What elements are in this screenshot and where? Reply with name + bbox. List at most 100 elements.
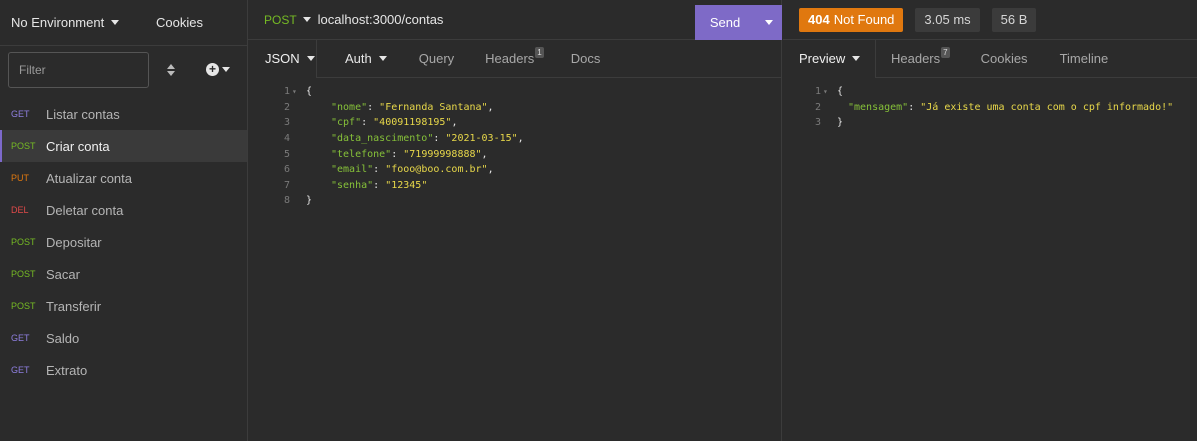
tab-body-label: JSON <box>265 51 300 66</box>
status-code: 404 <box>808 12 830 27</box>
code-content: "telefone": "71999998888", <box>331 148 488 160</box>
request-item[interactable]: POST Sacar <box>0 258 247 290</box>
code-content: { <box>306 86 313 98</box>
line-number: 4 <box>283 133 290 145</box>
request-item-label: Depositar <box>46 234 102 250</box>
tab-query-label: Query <box>418 51 455 66</box>
sidebar: No Environment Cookies + GET Listar conta… <box>0 0 248 441</box>
request-item-label: Saldo <box>46 330 80 346</box>
code-content: "nome": "Fernanda Santana", <box>331 101 494 113</box>
send-label: Send <box>709 15 741 30</box>
request-item-label: Criar conta <box>46 138 110 154</box>
json-value: "2021-03-15" <box>445 133 518 145</box>
response-size: 56 B <box>991 7 1037 32</box>
tab-docs-label: Docs <box>570 51 601 66</box>
response-tabs: Preview Headers 7 Cookies Timeline <box>783 39 1197 78</box>
tab-preview-label: Preview <box>799 51 846 66</box>
request-item[interactable]: PUT Atualizar conta <box>0 162 247 194</box>
json-key: "data_nascimento" <box>331 133 434 145</box>
send-button[interactable]: Send <box>695 5 782 40</box>
filter-input[interactable] <box>8 51 149 88</box>
status-badge: 404 Not Found <box>799 7 904 32</box>
json-value: "fooo@boo.com.br" <box>385 164 488 176</box>
chevron-down-icon <box>852 56 861 61</box>
environment-label: No Environment <box>11 15 105 30</box>
tab-auth[interactable]: Auth <box>345 40 387 78</box>
tab-timeline[interactable]: Timeline <box>1060 40 1109 78</box>
code-content: "cpf": "40091198195", <box>331 117 458 129</box>
fold-arrow-icon[interactable]: ▾ <box>292 87 306 96</box>
line-number: 2 <box>283 101 290 113</box>
chevron-down-icon <box>306 56 315 61</box>
chevron-down-icon[interactable] <box>765 20 773 25</box>
response-headers-count-badge: 7 <box>941 47 950 58</box>
request-item[interactable]: GET Saldo <box>0 322 247 354</box>
tab-cookies[interactable]: Cookies <box>981 40 1028 78</box>
sort-icon[interactable] <box>164 62 178 78</box>
json-key: "email" <box>331 164 374 176</box>
json-value: "12345" <box>385 179 428 191</box>
fold-arrow-icon[interactable]: ▾ <box>823 87 837 96</box>
request-item-label: Listar contas <box>46 106 120 122</box>
code-line: 3 "cpf": "40091198195", <box>248 115 781 131</box>
method-badge: POST <box>11 141 36 151</box>
tab-response-headers[interactable]: Headers 7 <box>891 40 950 78</box>
tab-query[interactable]: Query <box>419 40 454 78</box>
request-item[interactable]: POST Transferir <box>0 290 247 322</box>
code-content: { <box>837 86 844 98</box>
tab-body[interactable]: JSON <box>248 39 317 78</box>
request-pane: POST localhost:3000/contas Send JSON Aut… <box>248 0 782 441</box>
chevron-down-icon <box>302 17 311 22</box>
environment-dropdown[interactable]: No Environment <box>11 15 120 30</box>
code-line: 2 "mensagem": "Já existe uma conta com o … <box>779 100 1197 116</box>
code-line: 7 "senha": "12345" <box>248 178 781 194</box>
request-item[interactable]: GET Listar contas <box>0 98 247 130</box>
chevron-down-icon <box>111 20 120 25</box>
status-text: Not Found <box>833 12 895 27</box>
json-value: "Fernanda Santana" <box>379 101 488 113</box>
line-number: 3 <box>814 117 821 129</box>
add-request-button[interactable]: + <box>206 63 230 76</box>
request-item[interactable]: DEL Deletar conta <box>0 194 247 226</box>
method-dropdown[interactable]: POST <box>264 13 311 27</box>
json-value: "71999998888" <box>403 148 482 160</box>
tab-auth-label: Auth <box>345 51 372 66</box>
method-label: POST <box>264 12 297 27</box>
json-key: "telefone" <box>331 148 392 160</box>
line-number: 1 <box>814 86 821 98</box>
method-badge: DEL <box>11 205 29 215</box>
filter-row: + <box>0 46 247 90</box>
method-badge: POST <box>11 237 36 247</box>
chevron-down-icon <box>378 56 387 61</box>
code-line: 4 "data_nascimento": "2021-03-15", <box>248 131 781 147</box>
chevron-down-icon <box>222 67 230 72</box>
cookies-button[interactable]: Cookies <box>156 15 203 30</box>
plus-circle-icon: + <box>206 63 219 76</box>
request-item[interactable]: POST Depositar <box>0 226 247 258</box>
line-number: 7 <box>283 179 290 191</box>
request-item[interactable]: GET Extrato <box>0 354 247 386</box>
json-value: "40091198195" <box>373 117 452 129</box>
tab-timeline-label: Timeline <box>1059 51 1109 66</box>
response-body-viewer[interactable]: 1 ▾{2 "mensagem": "Já existe uma conta com… <box>779 78 1197 131</box>
line-number: 5 <box>283 148 290 160</box>
request-item-label: Atualizar conta <box>46 170 132 186</box>
json-key: "nome" <box>331 101 368 113</box>
tab-headers[interactable]: Headers 1 <box>485 40 544 78</box>
request-item-label: Transferir <box>46 298 102 314</box>
response-status-bar: 404 Not Found 3.05 ms 56 B <box>783 0 1197 40</box>
request-list: GET Listar contas POST Criar conta PUT Atuali… <box>0 98 247 386</box>
json-key: "mensagem" <box>848 101 909 113</box>
url-input[interactable]: localhost:3000/contas <box>318 12 444 27</box>
tab-preview[interactable]: Preview <box>783 39 876 78</box>
method-badge: GET <box>11 365 30 375</box>
json-key: "senha" <box>331 179 374 191</box>
line-number: 8 <box>283 195 290 207</box>
code-content: "mensagem": "Já existe uma conta com o c… <box>848 101 1174 113</box>
code-line: 1 ▾{ <box>779 84 1197 100</box>
request-body-editor[interactable]: 1 ▾{2 "nome": "Fernanda Santana", 3 "cpf": "… <box>248 78 781 209</box>
code-content: "email": "fooo@boo.com.br", <box>331 164 494 176</box>
tab-docs[interactable]: Docs <box>571 40 601 78</box>
request-item[interactable]: POST Criar conta <box>0 130 247 162</box>
code-line: 8} <box>248 193 781 209</box>
